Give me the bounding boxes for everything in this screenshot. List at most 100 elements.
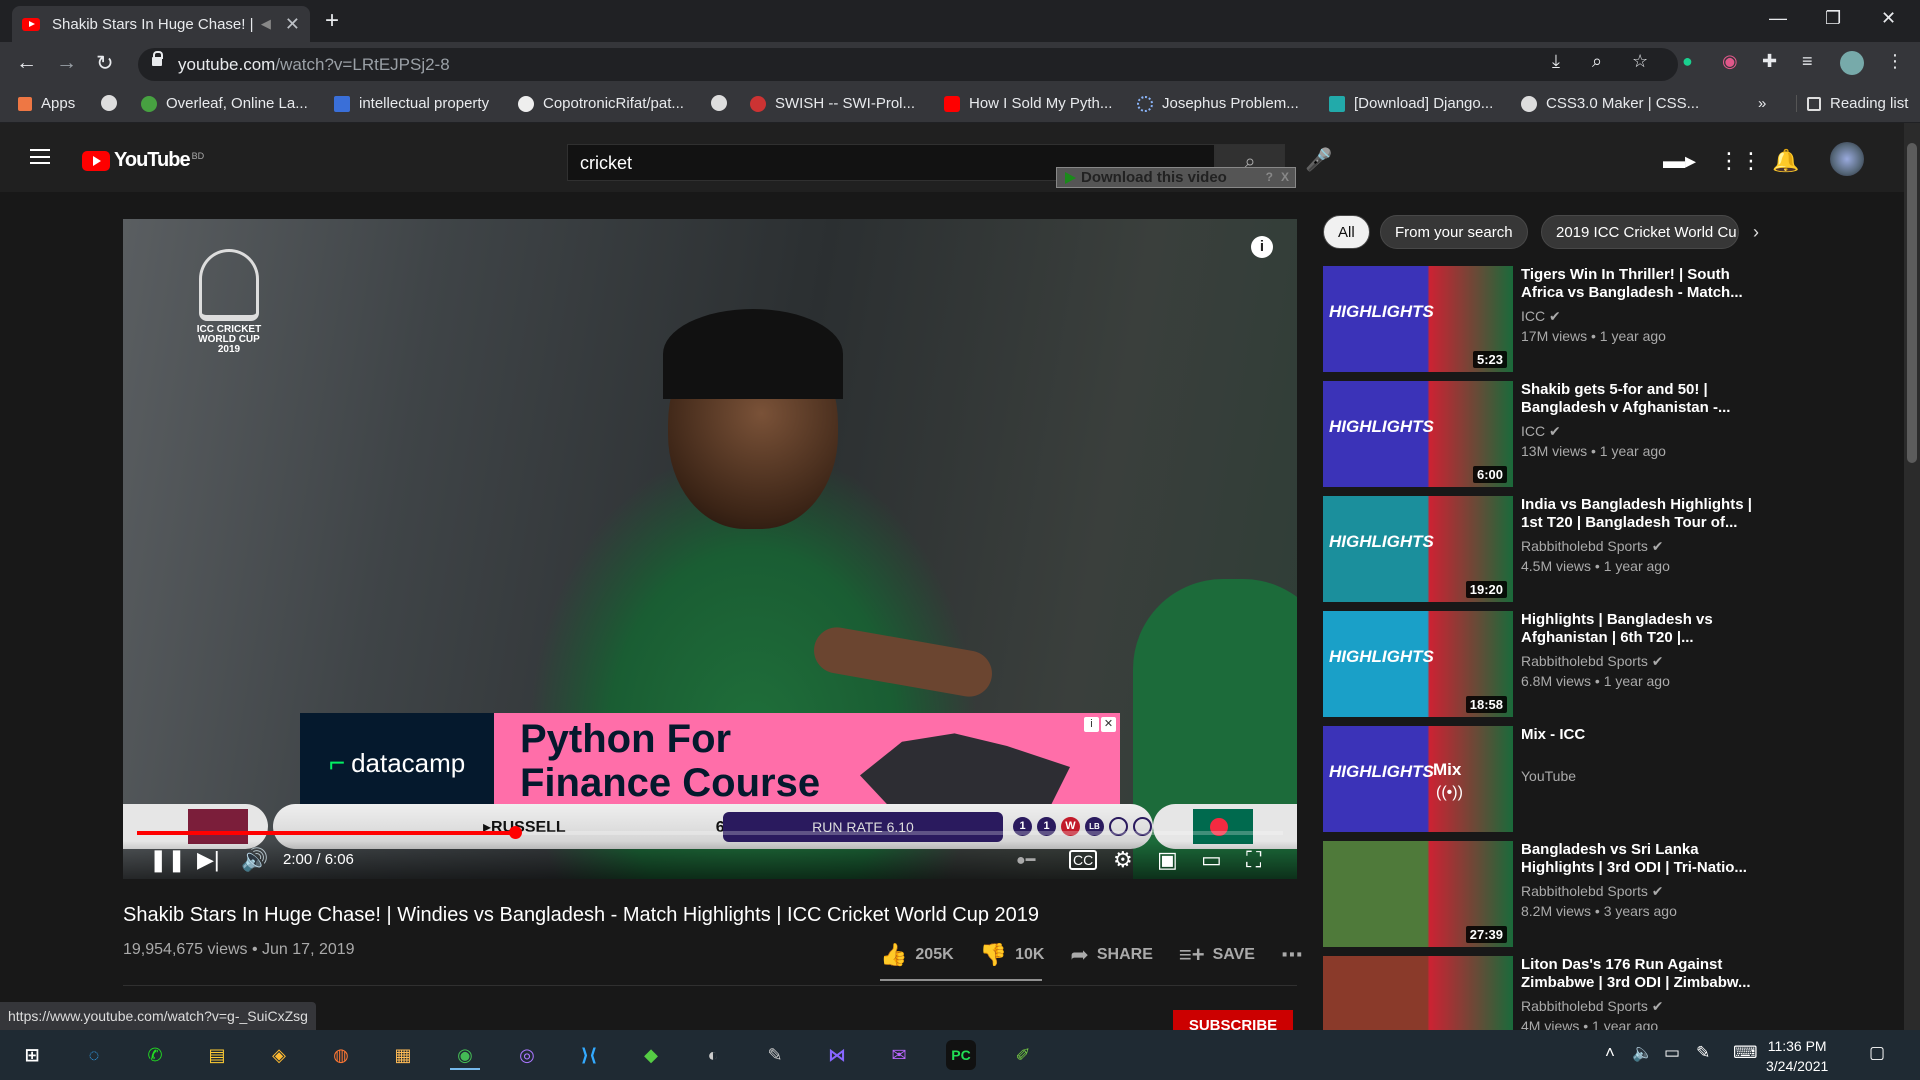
share-button[interactable]: ➦ SHARE bbox=[1070, 942, 1152, 968]
fullscreen-icon[interactable]: ⛶ bbox=[1246, 847, 1261, 873]
related-video[interactable]: HIGHLIGHTS 5:23 Tigers Win In Thriller! | … bbox=[1323, 266, 1883, 374]
file-explorer-icon[interactable]: ▤ bbox=[202, 1040, 232, 1070]
pause-icon[interactable]: ❚❚ bbox=[149, 847, 186, 873]
chevron-right-icon[interactable]: › bbox=[1753, 222, 1759, 243]
windows-start-icon[interactable]: ⊞ bbox=[17, 1040, 47, 1070]
chrome-icon[interactable]: ◉ bbox=[450, 1040, 480, 1070]
github-desktop-icon[interactable]: ◎ bbox=[512, 1040, 542, 1070]
settings-gear-icon[interactable]: ⚙ bbox=[1113, 847, 1133, 873]
info-icon[interactable]: i bbox=[1251, 236, 1273, 258]
mute-tab-icon[interactable]: ◀ bbox=[261, 16, 271, 32]
save-button[interactable]: ≡+ SAVE bbox=[1179, 942, 1255, 968]
reading-list[interactable]: Reading list bbox=[1796, 95, 1908, 112]
bookmark-swish[interactable]: SWISH -- SWI-Prol... bbox=[750, 95, 915, 112]
bookmark-globe-2[interactable] bbox=[711, 95, 736, 111]
like-button[interactable]: 👍 205K bbox=[880, 942, 954, 968]
related-video[interactable]: HIGHLIGHTS Mix ((•)) Mix - ICC YouTube bbox=[1323, 726, 1883, 834]
related-channel[interactable]: ICC ✔ bbox=[1521, 308, 1561, 325]
back-arrow-icon[interactable]: ← bbox=[16, 51, 37, 75]
bookmark-globe[interactable] bbox=[101, 95, 126, 111]
related-channel[interactable]: Rabbitholebd Sports ✔ bbox=[1521, 538, 1664, 555]
bookmark-apps[interactable]: Apps bbox=[18, 95, 75, 112]
chip-from-your-search[interactable]: From your search bbox=[1380, 215, 1528, 249]
seek-bar[interactable] bbox=[137, 826, 1283, 839]
bookmark-star-icon[interactable]: ☆ bbox=[1632, 51, 1648, 72]
keyboard-tray-icon[interactable]: ⌨ bbox=[1733, 1043, 1758, 1063]
ad-close-icon[interactable]: ✕ bbox=[1101, 717, 1116, 732]
bookmark-intellectual-property[interactable]: intellectual property bbox=[334, 95, 489, 112]
related-channel[interactable]: Rabbitholebd Sports ✔ bbox=[1521, 653, 1664, 670]
related-title[interactable]: Shakib gets 5-for and 50! | Bangladesh v… bbox=[1521, 381, 1761, 417]
pycharm-icon[interactable]: PC bbox=[946, 1040, 976, 1070]
next-icon[interactable]: ▶| bbox=[197, 847, 220, 873]
bookmark-overleaf[interactable]: Overleaf, Online La... bbox=[141, 95, 308, 112]
theater-mode-icon[interactable]: ▭ bbox=[1201, 847, 1222, 873]
related-video[interactable]: HIGHLIGHTS 6:00 Shakib gets 5-for and 50! … bbox=[1323, 381, 1883, 489]
dislike-button[interactable]: 👎 10K bbox=[980, 942, 1045, 968]
app-icon[interactable]: ◐ bbox=[698, 1040, 728, 1070]
extension-icon[interactable]: ◉ bbox=[1722, 51, 1738, 72]
zoom-icon[interactable]: ⌕ bbox=[1592, 51, 1602, 72]
related-thumbnail[interactable]: HIGHLIGHTS 6:00 bbox=[1323, 381, 1513, 487]
browser-tab-active[interactable]: Shakib Stars In Huge Chase! | ◀ ✕ bbox=[12, 6, 310, 42]
download-close[interactable]: X bbox=[1281, 168, 1289, 187]
bookmark-github[interactable]: CopotronicRifat/pat... bbox=[518, 95, 684, 112]
related-thumbnail[interactable]: HIGHLIGHTS 18:58 bbox=[1323, 611, 1513, 717]
related-title[interactable]: Liton Das's 176 Run Against Zimbabwe | 3… bbox=[1521, 956, 1761, 992]
taskbar-clock[interactable]: 11:36 PM 3/24/2021 bbox=[1766, 1036, 1828, 1076]
download-help[interactable]: ? bbox=[1266, 168, 1273, 187]
create-video-icon[interactable]: ▬▸ bbox=[1663, 148, 1696, 174]
download-video-bar[interactable]: Download this video ? X bbox=[1056, 167, 1296, 188]
close-tab-icon[interactable]: ✕ bbox=[285, 14, 300, 35]
apps-grid-icon[interactable]: ⋮⋮ bbox=[1718, 148, 1762, 174]
messenger-icon[interactable]: ✉ bbox=[884, 1040, 914, 1070]
firefox-icon[interactable]: ◍ bbox=[326, 1040, 356, 1070]
autoplay-toggle[interactable]: ●━ bbox=[1016, 850, 1035, 870]
browser-menu-icon[interactable]: ⋮ bbox=[1886, 51, 1904, 72]
grammarly-extension-icon[interactable]: ● bbox=[1682, 51, 1693, 72]
related-thumbnail[interactable]: 27:39 bbox=[1323, 841, 1513, 947]
bookmark-josephus[interactable]: Josephus Problem... bbox=[1137, 95, 1299, 112]
related-title[interactable]: Highlights | Bangladesh vs Afghanistan |… bbox=[1521, 611, 1761, 647]
microphone-icon[interactable]: 🎤 bbox=[1305, 147, 1332, 173]
vscode-icon[interactable]: ⟩⟨ bbox=[574, 1040, 604, 1070]
brave-icon[interactable]: ◈ bbox=[264, 1040, 294, 1070]
related-video[interactable]: HIGHLIGHTS 18:58 Highlights | Bangladesh v… bbox=[1323, 611, 1883, 719]
network-tray-icon[interactable]: ▭ bbox=[1664, 1043, 1680, 1063]
search-cortana-icon[interactable]: ◌ bbox=[79, 1040, 109, 1070]
miniplayer-icon[interactable]: ▣ bbox=[1157, 847, 1178, 873]
overlay-ad[interactable]: ⌐ datacamp Python For Finance Course i ✕ bbox=[300, 713, 1120, 813]
chip-world-cup[interactable]: 2019 ICC Cricket World Cu bbox=[1541, 215, 1739, 249]
notepad-icon[interactable]: ✐ bbox=[1008, 1040, 1038, 1070]
account-avatar[interactable] bbox=[1830, 142, 1864, 176]
notifications-bell-icon[interactable]: 🔔 bbox=[1772, 148, 1799, 174]
related-video[interactable]: 27:39 Bangladesh vs Sri Lanka Highlights … bbox=[1323, 841, 1883, 949]
app-icon[interactable]: ✎ bbox=[760, 1040, 790, 1070]
chip-all[interactable]: All bbox=[1323, 215, 1370, 249]
youtube-logo[interactable]: YouTube BD bbox=[82, 149, 204, 172]
related-title[interactable]: India vs Bangladesh Highlights | 1st T20… bbox=[1521, 496, 1761, 532]
close-window-icon[interactable]: ✕ bbox=[1881, 8, 1896, 29]
hamburger-menu-icon[interactable] bbox=[30, 149, 50, 164]
reload-icon[interactable]: ↻ bbox=[96, 51, 114, 76]
scrollbar-thumb[interactable] bbox=[1907, 143, 1917, 463]
tray-chevron-up-icon[interactable]: ˄ bbox=[1605, 1043, 1615, 1063]
related-channel[interactable]: ICC ✔ bbox=[1521, 423, 1561, 440]
forward-arrow-icon[interactable]: → bbox=[56, 51, 77, 75]
restore-window-icon[interactable]: ❐ bbox=[1825, 8, 1841, 29]
bookmark-youtube[interactable]: How I Sold My Pyth... bbox=[944, 95, 1112, 112]
related-thumbnail[interactable]: HIGHLIGHTS 19:20 bbox=[1323, 496, 1513, 602]
extensions-puzzle-icon[interactable]: ✚ bbox=[1762, 51, 1777, 72]
media-control-icon[interactable]: ≡ bbox=[1802, 51, 1813, 72]
address-bar[interactable]: youtube.com/watch?v=LRtEJPSj2-8 bbox=[138, 48, 1678, 81]
install-app-icon[interactable]: ⤓ bbox=[1552, 51, 1560, 72]
video-player[interactable]: ICC CRICKET WORLD CUP 2019 i ⌐ datacamp P… bbox=[123, 219, 1297, 879]
related-channel[interactable]: Rabbitholebd Sports ✔ bbox=[1521, 998, 1664, 1015]
visual-studio-icon[interactable]: ⋈ bbox=[822, 1040, 852, 1070]
related-thumbnail[interactable]: HIGHLIGHTS 5:23 bbox=[1323, 266, 1513, 372]
volume-tray-icon[interactable]: 🔈 bbox=[1632, 1043, 1653, 1063]
app-icon[interactable]: ▦ bbox=[388, 1040, 418, 1070]
related-channel[interactable]: Rabbitholebd Sports ✔ bbox=[1521, 883, 1664, 900]
ad-info-icon[interactable]: i bbox=[1084, 717, 1099, 732]
whatsapp-icon[interactable]: ✆ bbox=[140, 1040, 170, 1070]
